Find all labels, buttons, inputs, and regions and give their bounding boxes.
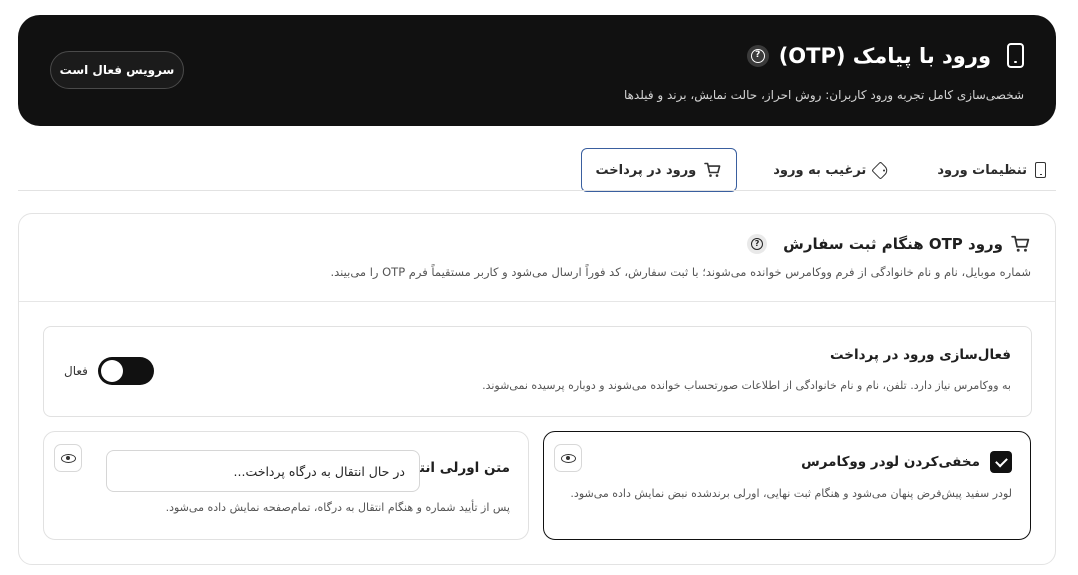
section-title: ورود OTP هنگام ثبت سفارش [783,235,1003,253]
transfer-overlay-input[interactable] [106,450,420,492]
eye-icon [60,453,76,463]
phone-icon [1007,43,1024,68]
section-description: شماره موبایل، نام و نام خانوادگی از فرم … [330,265,1031,279]
tab-label: ورود در پرداخت [595,162,697,178]
header-title-row: ورود با پیامک (OTP) ? [746,43,1024,68]
hide-loader-header: مخفی‌کردن لودر ووکامرس [801,451,1012,473]
service-status-badge[interactable]: سرویس فعال است [50,51,184,89]
checkout-otp-card: ورود OTP هنگام ثبت سفارش ? شماره موبایل،… [18,213,1056,565]
eye-icon [560,453,576,463]
page-subtitle: شخصی‌سازی کامل تجربه ورود کاربران: روش ا… [623,88,1024,102]
help-icon[interactable]: ? [746,44,769,67]
activation-panel: فعال‌سازی ورود در پرداخت به ووکامرس نیاز… [43,326,1032,417]
cart-icon [1011,235,1030,252]
tab-label: تنظیمات ورود [937,162,1027,178]
divider [19,301,1055,302]
cart-icon [704,162,721,177]
tab-checkout-login[interactable]: ورود در پرداخت [580,148,738,192]
activation-toggle-group: فعال [64,357,154,385]
section-header: ورود OTP هنگام ثبت سفارش ? [747,234,1031,254]
tag-icon [871,160,891,180]
tab-bar: تنظیمات ورود ترغیب به ورود ورود در پرداخ… [580,148,1060,192]
help-icon[interactable]: ? [747,234,768,254]
activation-toggle[interactable] [97,357,154,385]
hide-loader-description: لودر سفید پیش‌فرض پنهان می‌شود و هنگام ث… [570,487,1012,500]
transfer-overlay-description: پس از تأیید شماره و هنگام انتقال به درگا… [165,501,510,514]
toggle-label: فعال [64,364,88,378]
tabs-divider [18,190,1056,191]
page-title: ورود با پیامک (OTP) [778,43,991,68]
preview-button[interactable] [554,444,582,472]
phone-icon [1035,162,1046,178]
transfer-overlay-panel: متن اورلی انتقال پس از تأیید شماره و هنگ… [43,431,529,540]
tab-login-settings[interactable]: تنظیمات ورود [923,148,1060,192]
hide-loader-title: مخفی‌کردن لودر ووکامرس [801,454,980,470]
preview-button[interactable] [54,444,82,472]
activation-description: به ووکامرس نیاز دارد. تلفن، نام و نام خا… [482,379,1011,392]
activation-title: فعال‌سازی ورود در پرداخت [829,347,1011,363]
hide-loader-panel[interactable]: مخفی‌کردن لودر ووکامرس لودر سفید پیش‌فرض… [543,431,1031,540]
page-header: ورود با پیامک (OTP) ? شخصی‌سازی کامل تجر… [18,15,1056,126]
tab-login-incentive[interactable]: ترغیب به ورود [759,148,901,192]
hide-loader-checkbox[interactable] [990,451,1012,473]
tab-label: ترغیب به ورود [773,162,867,178]
